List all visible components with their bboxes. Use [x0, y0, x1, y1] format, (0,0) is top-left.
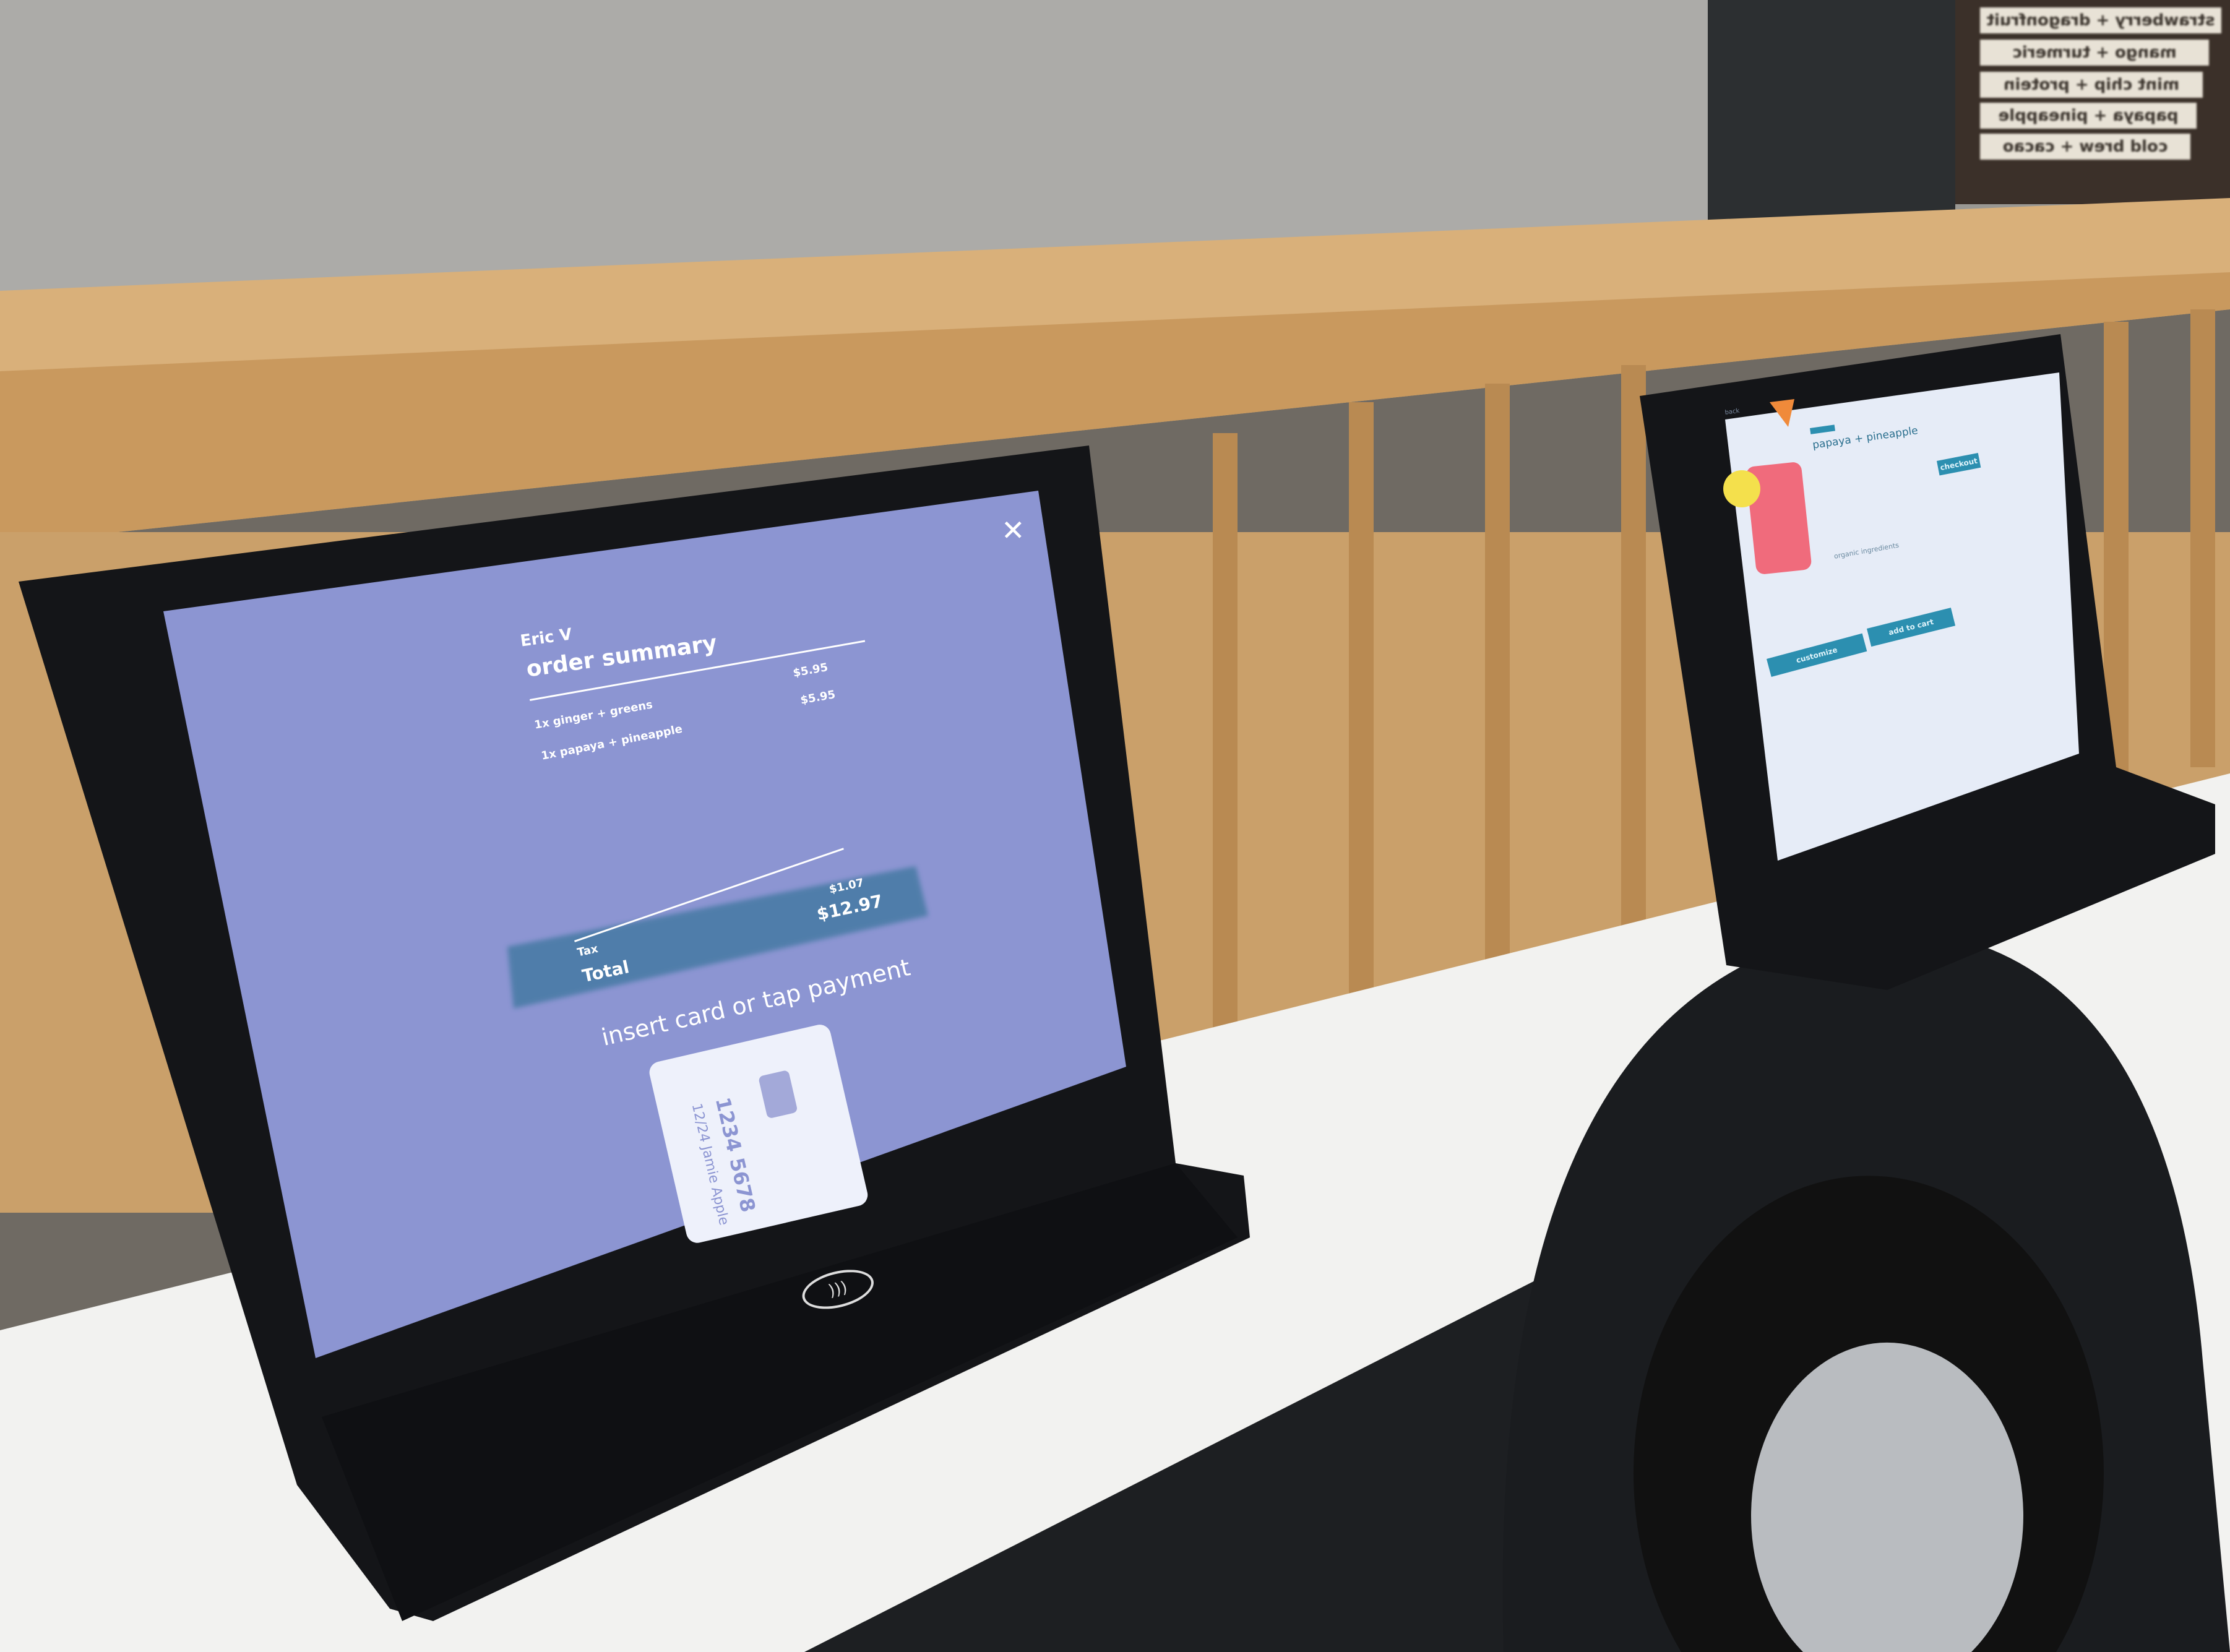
menu-sign: cold brew + cacao — [1980, 134, 2190, 160]
menu-sign: papaya + pineapple — [1980, 103, 2197, 129]
menu-sign: mango + turmeric — [1980, 40, 2209, 66]
menu-sign: mint chip + protein — [1980, 72, 2203, 98]
scene — [0, 0, 2230, 1652]
item-qty: 1x — [533, 716, 551, 732]
card-chip-icon — [758, 1069, 798, 1119]
menu-sign: strawberry + dragonfruit — [1980, 7, 2221, 33]
close-icon[interactable]: ✕ — [1001, 514, 1025, 547]
dark-column — [1708, 0, 1955, 223]
pineapple-image — [1723, 470, 1760, 507]
